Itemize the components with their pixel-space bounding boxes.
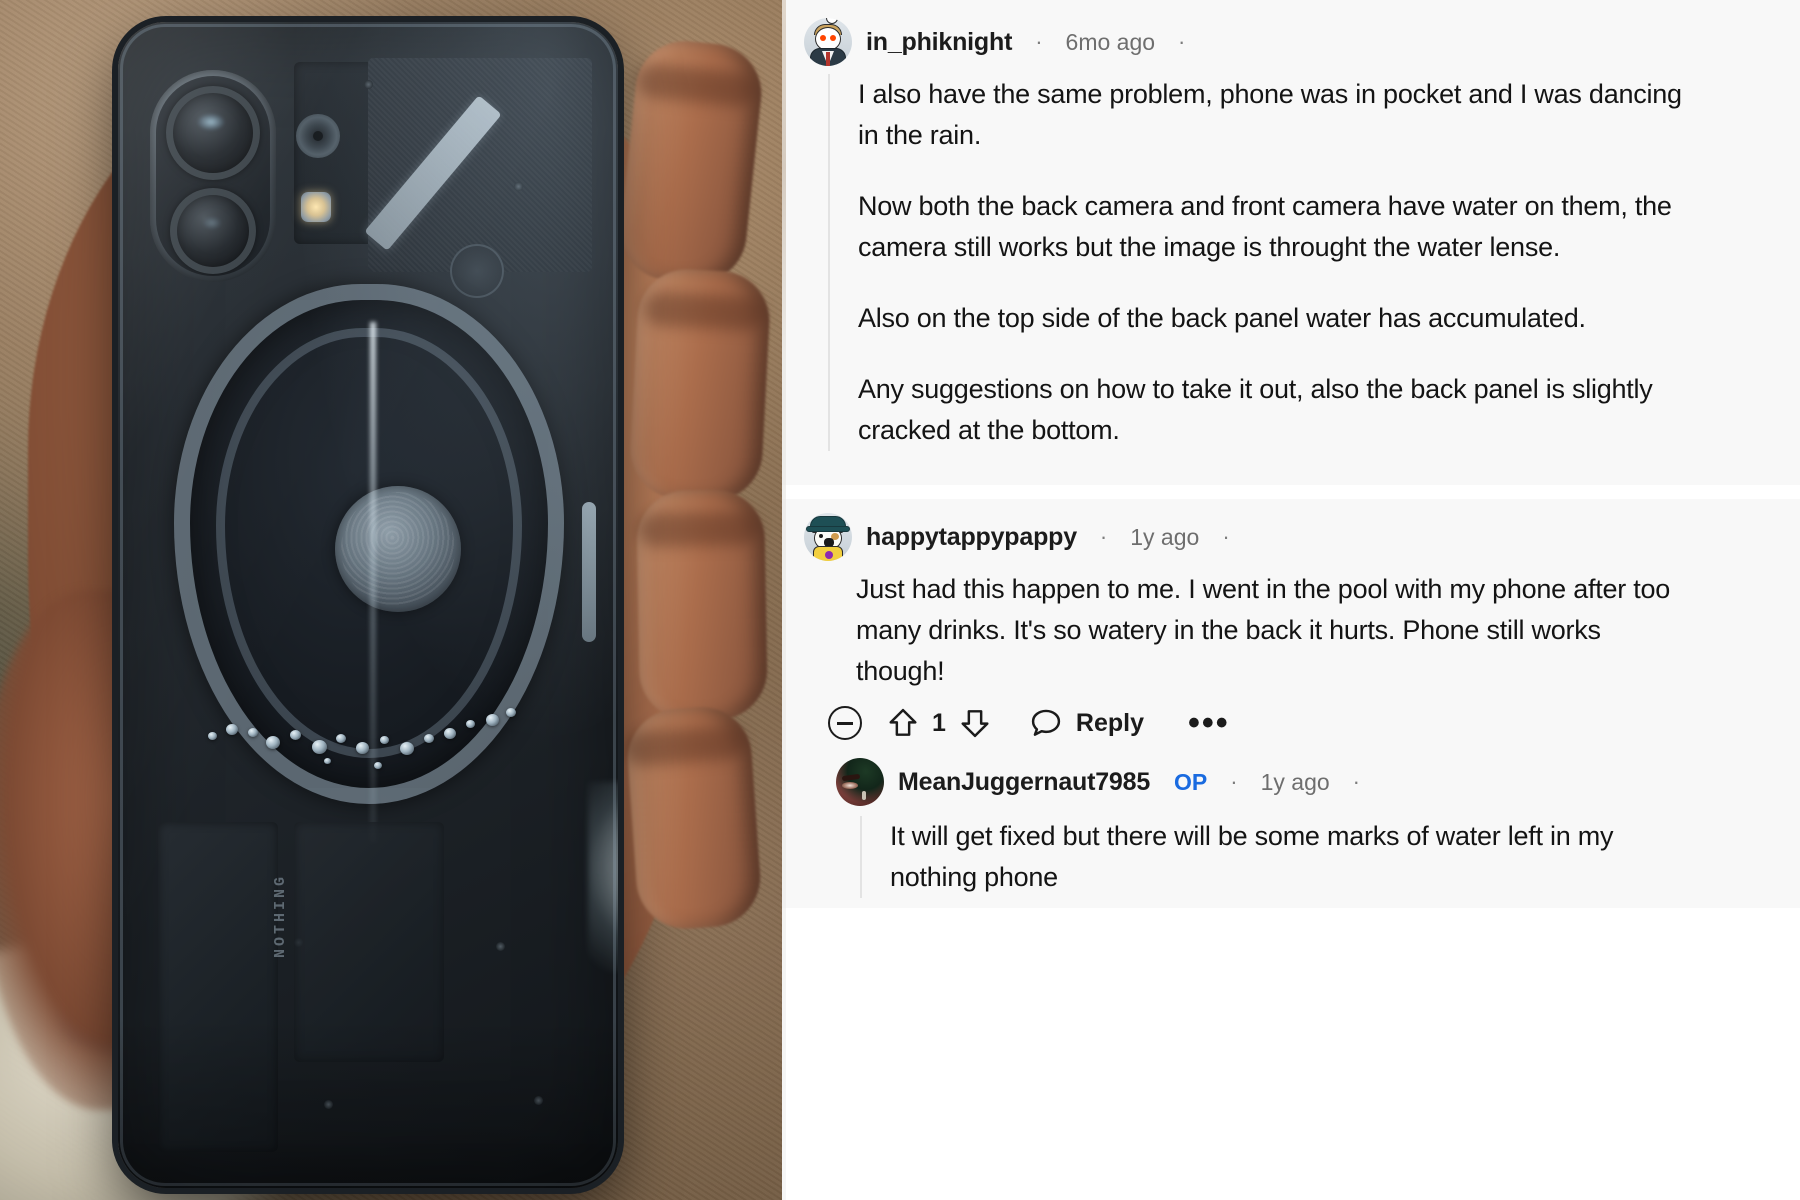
comment-1-username[interactable]: in_phiknight (866, 28, 1012, 57)
downvote-icon[interactable] (960, 707, 990, 739)
comment-1-paragraph: I also have the same problem, phone was … (858, 79, 1682, 150)
finger-pinky (623, 703, 764, 933)
post-image[interactable]: NOTHING Cϵ (0, 0, 782, 1200)
comment-3-username[interactable]: MeanJuggernaut7985 (898, 768, 1150, 797)
microphone-hole (296, 114, 340, 158)
comment-2-username[interactable]: happytappypappy (866, 523, 1077, 552)
side-light-strip (582, 502, 596, 642)
separator-dot: · (1099, 524, 1108, 549)
lens-flare-bloom (588, 782, 618, 972)
comment-1-body: I also have the same problem, phone was … (828, 74, 1770, 451)
finger-middle (628, 266, 772, 504)
screw-top (364, 80, 373, 89)
separator-dot: · (1352, 769, 1360, 794)
op-badge: OP (1174, 768, 1208, 795)
led-flash (301, 192, 331, 222)
comment-1-paragraph: Any suggestions on how to take it out, a… (858, 374, 1653, 445)
coil-center-hub (335, 486, 461, 612)
separator-dot: · (1035, 29, 1043, 54)
nothing-phone-back: NOTHING Cϵ (118, 22, 618, 1188)
nothing-wordmark: NOTHING (272, 874, 289, 959)
comments-pane[interactable]: in_phiknight · 6mo ago · I also have the… (782, 0, 1800, 1200)
reply-button[interactable]: Reply (1030, 708, 1144, 738)
camera-housing (150, 70, 276, 282)
screenshot-root: NOTHING Cϵ in_phiknight · (0, 0, 1800, 1200)
comment-separator (782, 485, 1800, 499)
finger-index (615, 36, 767, 288)
separator-dot: · (1230, 769, 1238, 794)
comment-1[interactable]: in_phiknight · 6mo ago · I also have the… (782, 0, 1800, 485)
comment-1-header: in_phiknight · 6mo ago · (804, 18, 1770, 66)
finger-ring (636, 488, 768, 722)
more-options-icon[interactable]: ••• (1188, 706, 1230, 740)
comment-bubble-icon (1030, 708, 1062, 738)
reply-label: Reply (1075, 708, 1144, 737)
screw-right (514, 182, 523, 191)
comment-1-timestamp: 6mo ago (1065, 28, 1156, 55)
comment-3-header: MeanJuggernaut7985 OP · 1y ago · (836, 758, 1770, 806)
comment-3-paragraph: It will get fixed but there will be some… (890, 821, 1614, 892)
separator-dot: · (1222, 524, 1230, 549)
comment-1-paragraph: Now both the back camera and front camer… (858, 191, 1672, 262)
internal-ring (450, 244, 504, 298)
comment-2-paragraph: Just had this happen to me. I went in th… (856, 574, 1671, 686)
vote-count: 1 (932, 708, 946, 737)
comment-3-timestamp: 1y ago (1260, 768, 1330, 795)
avatar[interactable] (836, 758, 884, 806)
separator-dot: · (1178, 29, 1186, 54)
comment-2-action-bar: 1 Reply ••• (828, 706, 1770, 740)
comment-3-body: It will get fixed but there will be some… (860, 816, 1770, 898)
screw-bottom-right (496, 942, 505, 951)
comment-2-timestamp: 1y ago (1130, 523, 1200, 550)
collapse-icon[interactable] (828, 706, 862, 740)
pane-edge (782, 0, 786, 1200)
comment-2[interactable]: happytappypappy · 1y ago · Just had this… (782, 499, 1800, 908)
camera-lens-secondary (170, 188, 256, 274)
water-droplets (204, 706, 534, 776)
internal-hatch-texture (368, 58, 592, 272)
comment-2-body: Just had this happen to me. I went in th… (828, 569, 1770, 692)
comment-1-paragraph: Also on the top side of the back panel w… (858, 303, 1586, 333)
avatar[interactable] (804, 18, 852, 66)
camera-lens-main (166, 86, 260, 180)
comment-3-reply[interactable]: MeanJuggernaut7985 OP · 1y ago · It will… (836, 758, 1770, 898)
avatar[interactable] (804, 513, 852, 561)
upvote-icon[interactable] (888, 707, 918, 739)
comment-2-header: happytappypappy · 1y ago · (804, 513, 1770, 561)
